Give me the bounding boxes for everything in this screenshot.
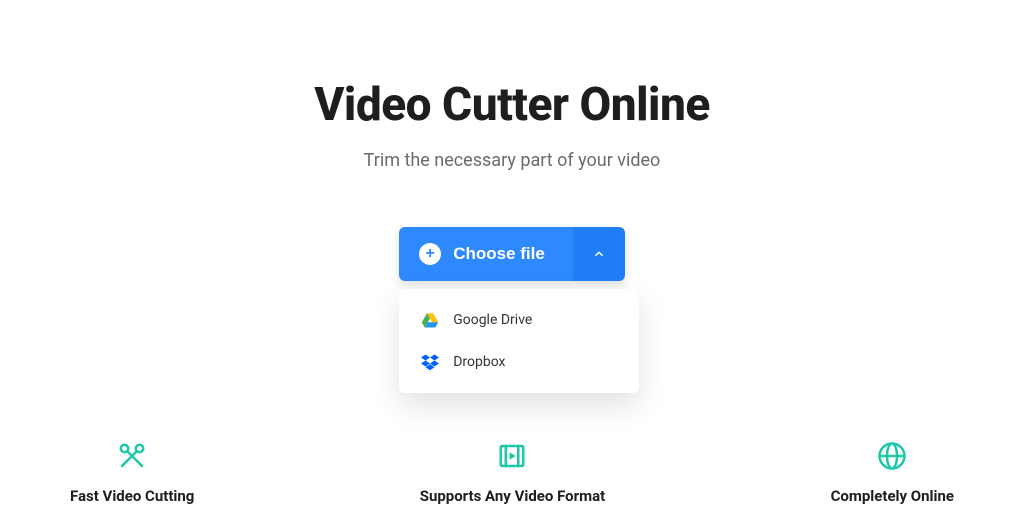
feature-label: Completely Online: [831, 487, 954, 505]
dropdown-item-label: Dropbox: [453, 354, 505, 370]
feature-label: Fast Video Cutting: [70, 487, 194, 505]
dropdown-item-google-drive[interactable]: Google Drive: [399, 299, 639, 341]
feature-completely-online: Completely Online: [831, 439, 954, 505]
dropbox-icon: [421, 353, 439, 371]
source-dropdown: Google Drive Dropbox: [399, 289, 639, 393]
google-drive-icon: [421, 311, 439, 329]
globe-icon: [875, 439, 909, 473]
plus-icon: +: [419, 243, 441, 265]
choose-file-group: + Choose file: [399, 227, 625, 281]
scissors-icon: [115, 439, 149, 473]
file-chooser: + Choose file Google Drive: [399, 227, 625, 281]
choose-file-label: Choose file: [453, 244, 545, 264]
video-format-icon: [495, 439, 529, 473]
hero: Video Cutter Online Trim the necessary p…: [314, 78, 710, 171]
source-dropdown-toggle[interactable]: [573, 227, 625, 281]
feature-row: Fast Video Cutting Supports Any Video Fo…: [0, 439, 1024, 517]
page-subtitle: Trim the necessary part of your video: [314, 150, 710, 171]
feature-fast-cutting: Fast Video Cutting: [70, 439, 194, 505]
dropdown-item-label: Google Drive: [453, 312, 532, 328]
choose-file-button[interactable]: + Choose file: [399, 227, 573, 281]
dropdown-item-dropbox[interactable]: Dropbox: [399, 341, 639, 383]
feature-any-format: Supports Any Video Format: [420, 439, 606, 505]
page-title: Video Cutter Online: [314, 78, 710, 132]
chevron-up-icon: [592, 247, 606, 261]
feature-label: Supports Any Video Format: [420, 487, 606, 505]
